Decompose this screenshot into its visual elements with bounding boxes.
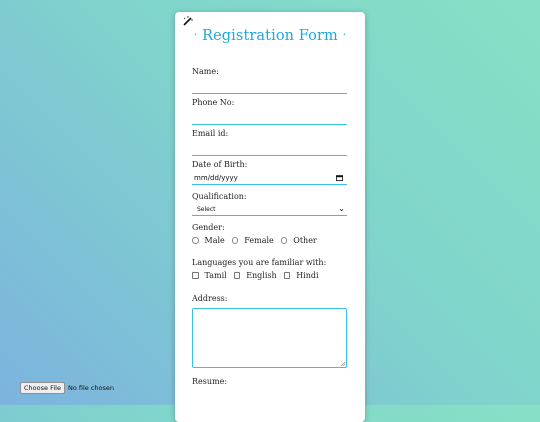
dob-label: Date of Birth: [192,160,248,169]
language-options: Tamil English Hindi [192,271,326,280]
gender-option-other[interactable]: Other [280,236,317,245]
choose-file-button[interactable]: Choose File [20,382,65,394]
gender-label: Gender: [192,223,225,232]
gender-option-female[interactable]: Female [231,236,274,245]
calendar-icon[interactable] [336,175,343,181]
dob-input[interactable]: mm/dd/yyyy [192,172,347,185]
gender-options: Male Female Other [192,236,324,245]
resume-file-input: Choose File No file chosen [20,382,114,394]
dob-placeholder: mm/dd/yyyy [194,174,238,182]
phone-label: Phone No: [192,98,235,107]
chevron-down-icon: ⌄ [338,204,345,213]
gender-option-label: Male [204,236,225,245]
name-input[interactable] [192,81,347,94]
address-textarea[interactable] [192,308,347,368]
radio-icon[interactable] [192,237,199,244]
address-label: Address: [192,294,228,303]
language-option-hindi[interactable]: Hindi [283,271,319,280]
checkbox-icon[interactable] [283,272,291,279]
radio-icon[interactable] [231,237,239,244]
email-label: Email id: [192,129,229,138]
phone-input[interactable] [192,112,347,125]
language-option-tamil[interactable]: Tamil [192,271,227,280]
checkbox-icon[interactable] [192,272,199,279]
resume-label: Resume: [192,377,228,386]
gender-option-label: Other [293,236,317,245]
language-option-label: Tamil [204,271,227,280]
language-option-label: Hindi [296,271,319,280]
file-status: No file chosen [67,384,114,392]
qualification-select[interactable]: Select ⌄ [192,203,347,216]
language-option-english[interactable]: English [233,271,277,280]
resize-grip-icon[interactable] [340,361,345,366]
title-dot-left: · [193,28,198,41]
title-text: Registration Form [202,28,338,44]
name-label: Name: [192,67,219,76]
title-dot-right: · [342,28,347,41]
languages-label: Languages you are familiar with: [192,258,327,267]
email-input[interactable] [192,143,347,156]
radio-icon[interactable] [280,237,288,244]
form-title: · Registration Form · [175,28,365,44]
qualification-selected: Select [197,206,216,213]
language-option-label: English [246,271,277,280]
qualification-label: Qualification: [192,192,247,201]
gender-option-male[interactable]: Male [192,236,225,245]
gender-option-label: Female [244,236,274,245]
registration-card: · Registration Form · Name: Phone No: Em… [175,12,365,422]
checkbox-icon[interactable] [233,272,241,279]
magic-wand-icon[interactable] [182,15,194,27]
